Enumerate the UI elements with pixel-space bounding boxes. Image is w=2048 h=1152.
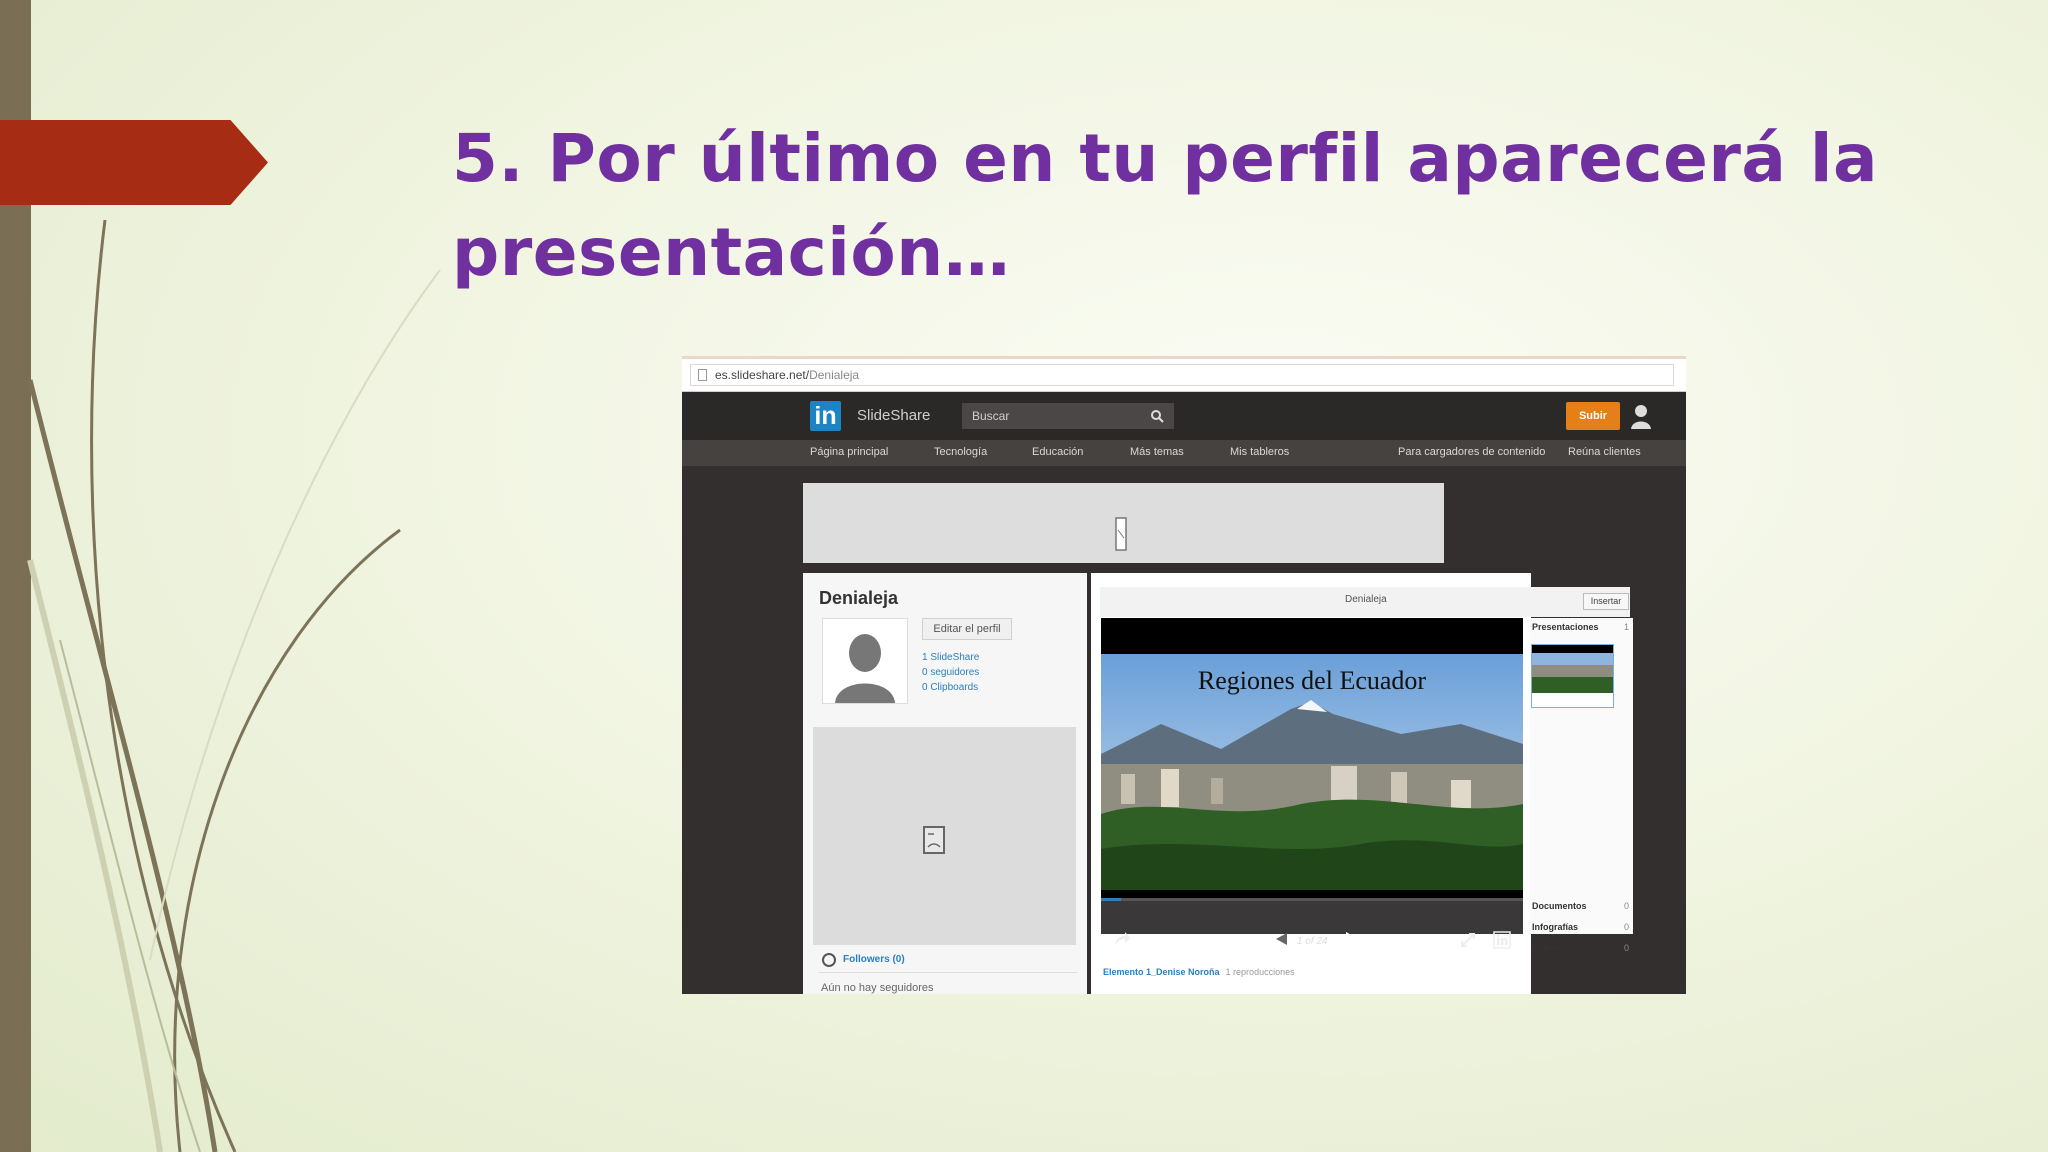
url-path: Denialeja — [809, 368, 860, 382]
url-field[interactable]: es.slideshare.net/Denialeja — [690, 364, 1674, 386]
documents-label[interactable]: Documentos — [1532, 901, 1587, 911]
menu-education[interactable]: Educación — [1032, 446, 1083, 458]
menu-home[interactable]: Página principal — [810, 446, 888, 458]
share-icon[interactable] — [1113, 931, 1131, 947]
embed-button[interactable]: Insertar — [1583, 593, 1629, 610]
infographics-count: 0 — [1624, 922, 1630, 932]
slide-heading: Regiones del Ecuador — [1197, 666, 1427, 695]
no-followers-text: Aún no hay seguidores — [821, 982, 934, 994]
profile-name[interactable]: Denialeja — [819, 588, 898, 609]
presentation-caption[interactable]: Elemento 1_Denise Noroña 1 reproducciones — [1103, 967, 1295, 977]
slide-viewer[interactable]: Regiones del Ecuador — [1101, 618, 1523, 898]
menu-my-boards[interactable]: Mis tableros — [1230, 446, 1289, 458]
presentations-count: 1 — [1624, 622, 1630, 632]
infographics-label[interactable]: Infografías — [1532, 922, 1578, 932]
right-margin — [1647, 466, 1686, 994]
videos-label[interactable]: Videos — [1532, 943, 1561, 953]
ad-banner — [803, 483, 1444, 563]
menu-more-topics[interactable]: Más temas — [1130, 446, 1184, 458]
fullscreen-icon[interactable] — [1461, 933, 1475, 947]
browser-address-bar: es.slideshare.net/Denialeja — [682, 356, 1686, 392]
page-count: 1 of 24 — [1297, 936, 1328, 947]
stat-followers[interactable]: 0 seguidores — [922, 667, 979, 678]
search-input[interactable]: Buscar — [962, 403, 1174, 429]
previous-icon[interactable] — [1274, 932, 1288, 946]
edit-profile-button[interactable]: Editar el perfil — [922, 618, 1012, 640]
slide-title-line-2: presentación… — [452, 214, 1011, 291]
upload-button[interactable]: Subir — [1566, 402, 1620, 430]
menu-clients[interactable]: Reúna clientes — [1568, 446, 1641, 458]
menu-uploaders[interactable]: Para cargadores de contenido — [1398, 446, 1545, 458]
slideshare-screenshot: es.slideshare.net/Denialeja in SlideShar… — [682, 356, 1686, 994]
caption-title[interactable]: Elemento 1_Denise Noroña — [1103, 967, 1220, 977]
page-icon — [698, 369, 707, 381]
presentations-label[interactable]: Presentaciones — [1532, 622, 1599, 632]
avatar[interactable] — [822, 618, 908, 704]
documents-count: 0 — [1624, 901, 1630, 911]
search-placeholder: Buscar — [972, 409, 1010, 423]
followers-link[interactable]: Followers (0) — [843, 954, 905, 965]
caption-views: 1 reproducciones — [1225, 967, 1295, 977]
broken-image-icon — [923, 826, 945, 854]
linkedin-logo[interactable]: in — [810, 401, 841, 431]
broken-image-icon — [1115, 517, 1127, 551]
stat-clipboards[interactable]: 0 Clipboards — [922, 682, 978, 693]
play-icon[interactable] — [1344, 931, 1360, 947]
player-title: Denialeja — [1345, 594, 1387, 605]
thumbnail-image — [1532, 645, 1613, 707]
linkedin-icon[interactable] — [1493, 931, 1511, 949]
menu-technology[interactable]: Tecnología — [934, 446, 987, 458]
url-domain: es.slideshare.net/ — [715, 368, 810, 382]
stat-slideshares[interactable]: 1 SlideShare — [922, 652, 979, 663]
user-icon[interactable] — [1630, 403, 1652, 429]
progress-track[interactable] — [1101, 898, 1523, 901]
decorative-curves — [27, 219, 441, 1152]
presentation-thumbnail[interactable] — [1531, 644, 1614, 708]
slide-title: 5. Por último en tu perfil aparecerá la … — [452, 112, 1892, 300]
videos-count: 0 — [1624, 943, 1630, 953]
avatar-silhouette-icon — [823, 619, 907, 703]
search-icon[interactable] — [1150, 409, 1164, 423]
divider — [819, 972, 1077, 973]
progress-fill — [1101, 898, 1121, 901]
followers-icon — [822, 953, 836, 967]
slide-title-line-1: 5. Por último en tu perfil aparecerá la — [452, 120, 1879, 197]
slideshare-logo-text[interactable]: SlideShare — [857, 407, 930, 424]
player-controls — [1101, 898, 1523, 934]
